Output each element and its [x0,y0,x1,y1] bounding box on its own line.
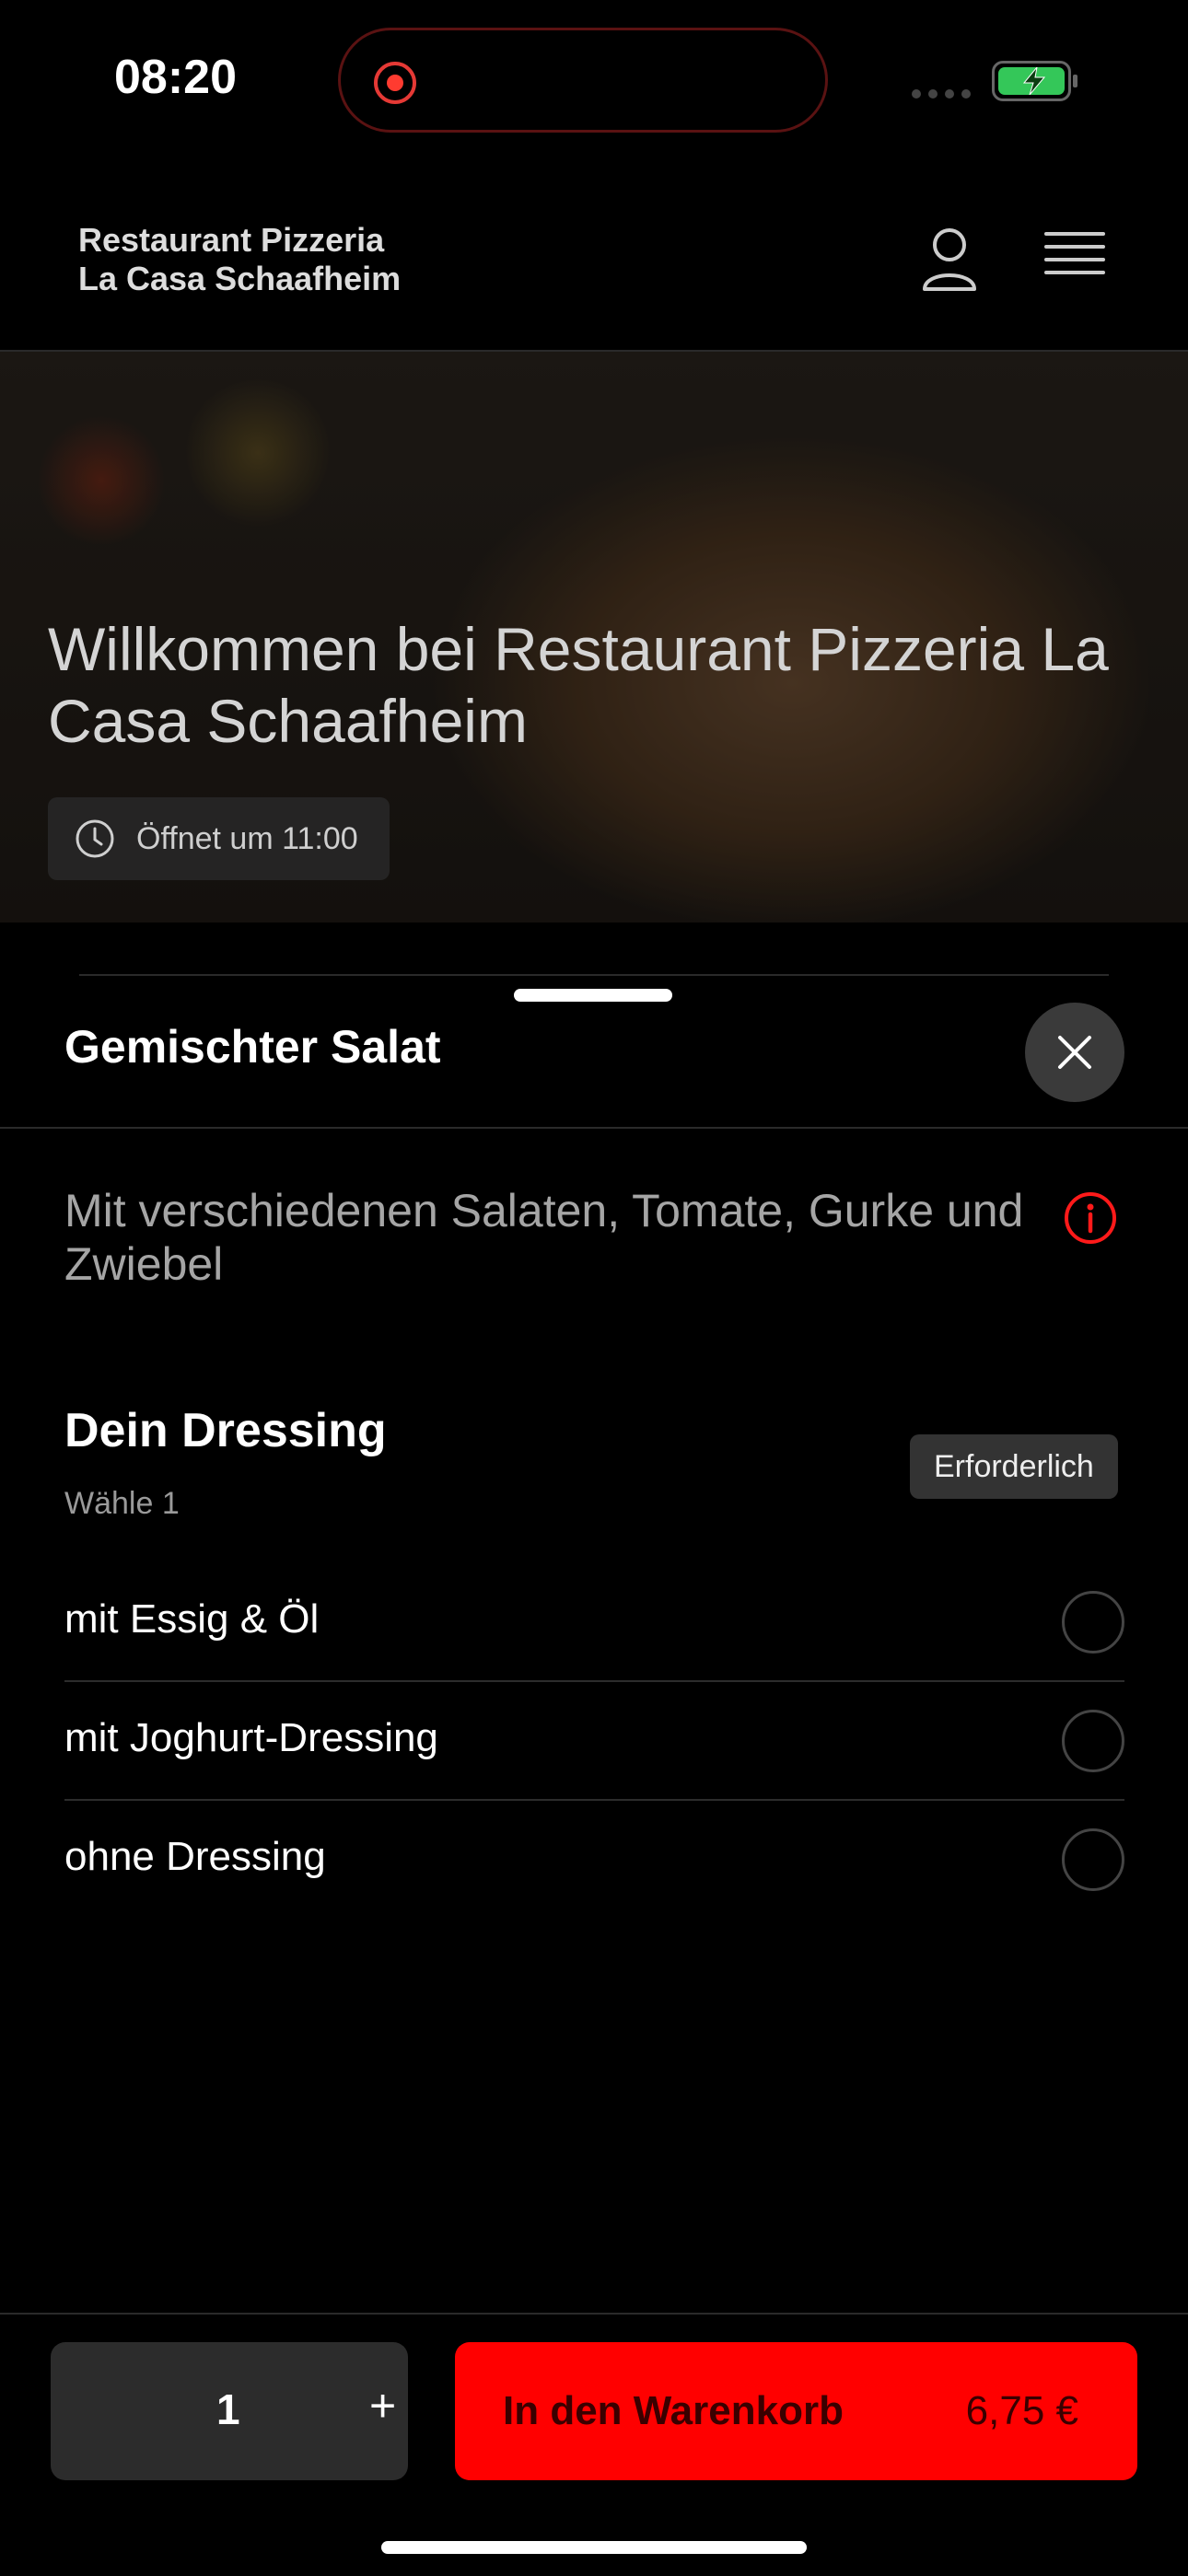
dressing-option[interactable]: mit Joghurt-Dressing [64,1682,1124,1801]
add-to-cart-label: In den Warenkorb [503,2388,844,2433]
radio-button[interactable] [1062,1828,1124,1891]
quantity-stepper: 1 + [51,2342,408,2480]
item-description: Mit verschiedenen Salaten, Tomate, Gurke… [64,1185,1024,1290]
increment-button[interactable]: + [369,2379,396,2432]
quantity-value: 1 [216,2385,240,2433]
radio-button[interactable] [1062,1591,1124,1654]
opening-hours-badge: Öffnet um 11:00 [48,797,390,880]
dynamic-island [338,28,828,133]
hero-title: Willkommen bei Restaurant Pizzeria La Ca… [48,615,1109,755]
home-indicator[interactable] [381,2541,807,2554]
sheet-header-divider [0,1127,1188,1129]
signal-dots-icon [912,87,978,103]
user-account-button[interactable] [921,226,978,293]
radio-button[interactable] [1062,1710,1124,1772]
recording-indicator-icon [374,62,416,104]
sheet-grabber[interactable] [514,989,672,1002]
dressing-option-label: mit Joghurt-Dressing [64,1715,438,1760]
dressing-section-title: Dein Dressing [64,1404,387,1457]
dressing-option-label: ohne Dressing [64,1834,326,1879]
dressing-options: mit Essig & Öl mit Joghurt-Dressing ohne… [64,1563,1124,1918]
info-icon [1065,1192,1116,1244]
battery-charging-icon [992,61,1077,101]
sheet-top-divider [79,974,1109,976]
brand-line-1: Restaurant Pizzeria [78,221,385,259]
order-footer: 1 + In den Warenkorb 6,75 € [0,2313,1188,2576]
close-icon [1058,1036,1091,1069]
hamburger-menu-button[interactable] [1044,232,1105,287]
close-button[interactable] [1025,1003,1124,1102]
dressing-option[interactable]: mit Essig & Öl [64,1563,1124,1682]
add-to-cart-price: 6,75 € [965,2388,1078,2433]
app-header: Restaurant Pizzeria La Casa Schaafheim [0,184,1188,352]
status-time: 08:20 [114,51,237,104]
restaurant-brand[interactable]: Restaurant Pizzeria La Casa Schaafheim [78,221,401,298]
allergen-info-button[interactable] [1063,1190,1118,1250]
opening-hours-text: Öffnet um 11:00 [136,820,358,856]
dressing-option[interactable]: ohne Dressing [64,1801,1124,1918]
dressing-option-label: mit Essig & Öl [64,1596,320,1642]
user-icon [923,228,976,291]
required-badge: Erforderlich [910,1434,1118,1499]
dressing-section-subtitle: Wähle 1 [64,1486,180,1521]
brand-line-2: La Casa Schaafheim [78,260,402,297]
clock-icon [76,819,114,858]
menu-icon [1044,232,1105,274]
add-to-cart-button[interactable]: In den Warenkorb 6,75 € [455,2342,1137,2480]
item-title: Gemischter Salat [64,1021,441,1073]
hero-banner: Willkommen bei Restaurant Pizzeria La Ca… [0,352,1188,922]
